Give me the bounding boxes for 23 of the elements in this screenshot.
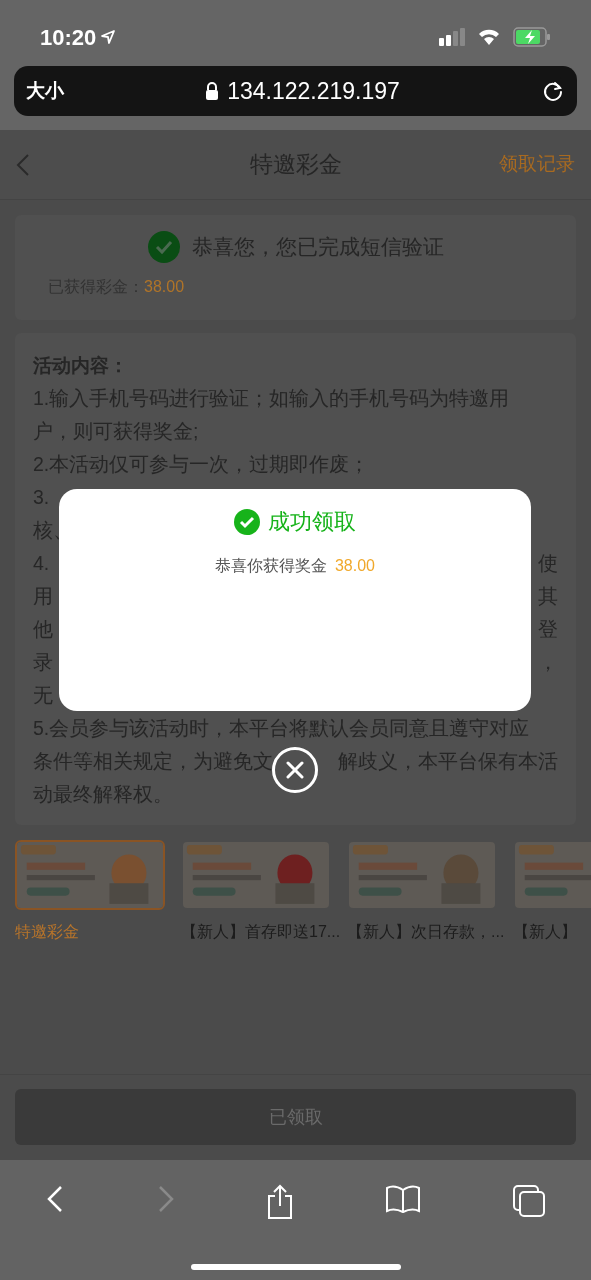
signal-icon bbox=[439, 28, 465, 46]
bookmarks-icon[interactable] bbox=[385, 1184, 422, 1214]
reload-icon[interactable] bbox=[541, 79, 565, 103]
clock: 10:20 bbox=[40, 23, 97, 52]
close-button[interactable] bbox=[272, 747, 318, 793]
dialog-amount: 38.00 bbox=[334, 556, 375, 576]
rules-text: ， bbox=[538, 650, 558, 675]
check-circle-icon bbox=[147, 231, 180, 263]
wifi-icon bbox=[477, 28, 501, 46]
close-icon bbox=[285, 760, 305, 780]
share-icon[interactable] bbox=[266, 1184, 295, 1220]
check-circle-icon bbox=[234, 508, 260, 535]
url-text: 134.122.219.197 bbox=[227, 76, 400, 106]
address-bar[interactable]: 大小 134.122.219.197 bbox=[14, 66, 577, 116]
lock-icon bbox=[205, 82, 220, 100]
dialog-message: 恭喜你获得奖金 bbox=[214, 556, 327, 576]
location-icon bbox=[100, 29, 117, 45]
bonus-amount: 38.00 bbox=[144, 277, 185, 297]
dialog-title: 成功领取 bbox=[268, 508, 356, 536]
battery-icon bbox=[513, 27, 551, 47]
tabs-icon[interactable] bbox=[511, 1184, 546, 1218]
promo-caption: 特邀彩金 bbox=[15, 922, 79, 942]
text-size-button[interactable]: 大小 bbox=[26, 76, 64, 106]
